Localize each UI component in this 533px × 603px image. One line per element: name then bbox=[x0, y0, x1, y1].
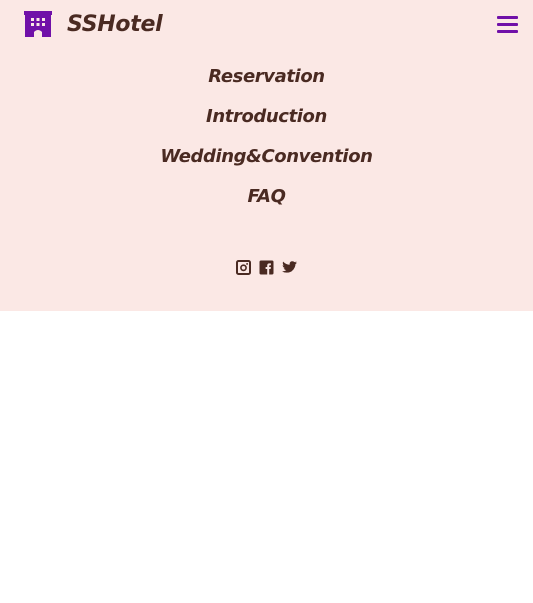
twitter-icon bbox=[282, 261, 297, 273]
brand-logo-link[interactable]: SSHotel bbox=[24, 11, 163, 37]
nav-link-reservation[interactable]: Reservation bbox=[208, 62, 325, 102]
hamburger-menu-icon-bar-bottom bbox=[497, 30, 518, 33]
hamburger-menu-icon-bar-middle bbox=[497, 23, 518, 26]
mobile-menu-panel: SSHotel Reservation Introduction Wedding… bbox=[0, 0, 533, 311]
facebook-link[interactable] bbox=[259, 260, 274, 275]
instagram-icon bbox=[236, 260, 251, 275]
twitter-link[interactable] bbox=[282, 260, 297, 275]
nav-link-faq[interactable]: FAQ bbox=[247, 182, 285, 222]
facebook-icon bbox=[259, 260, 274, 275]
nav-link-wedding-convention[interactable]: Wedding&Convention bbox=[160, 142, 373, 182]
instagram-link[interactable] bbox=[236, 260, 251, 275]
brand-name: SSHotel bbox=[67, 11, 163, 37]
social-links bbox=[0, 260, 533, 275]
main-navigation: Reservation Introduction Wedding&Convent… bbox=[0, 62, 533, 222]
nav-link-introduction[interactable]: Introduction bbox=[206, 102, 327, 142]
hamburger-menu-button[interactable] bbox=[497, 15, 519, 35]
hamburger-menu-icon-bar-top bbox=[497, 16, 518, 19]
hotel-building-icon bbox=[24, 11, 52, 37]
